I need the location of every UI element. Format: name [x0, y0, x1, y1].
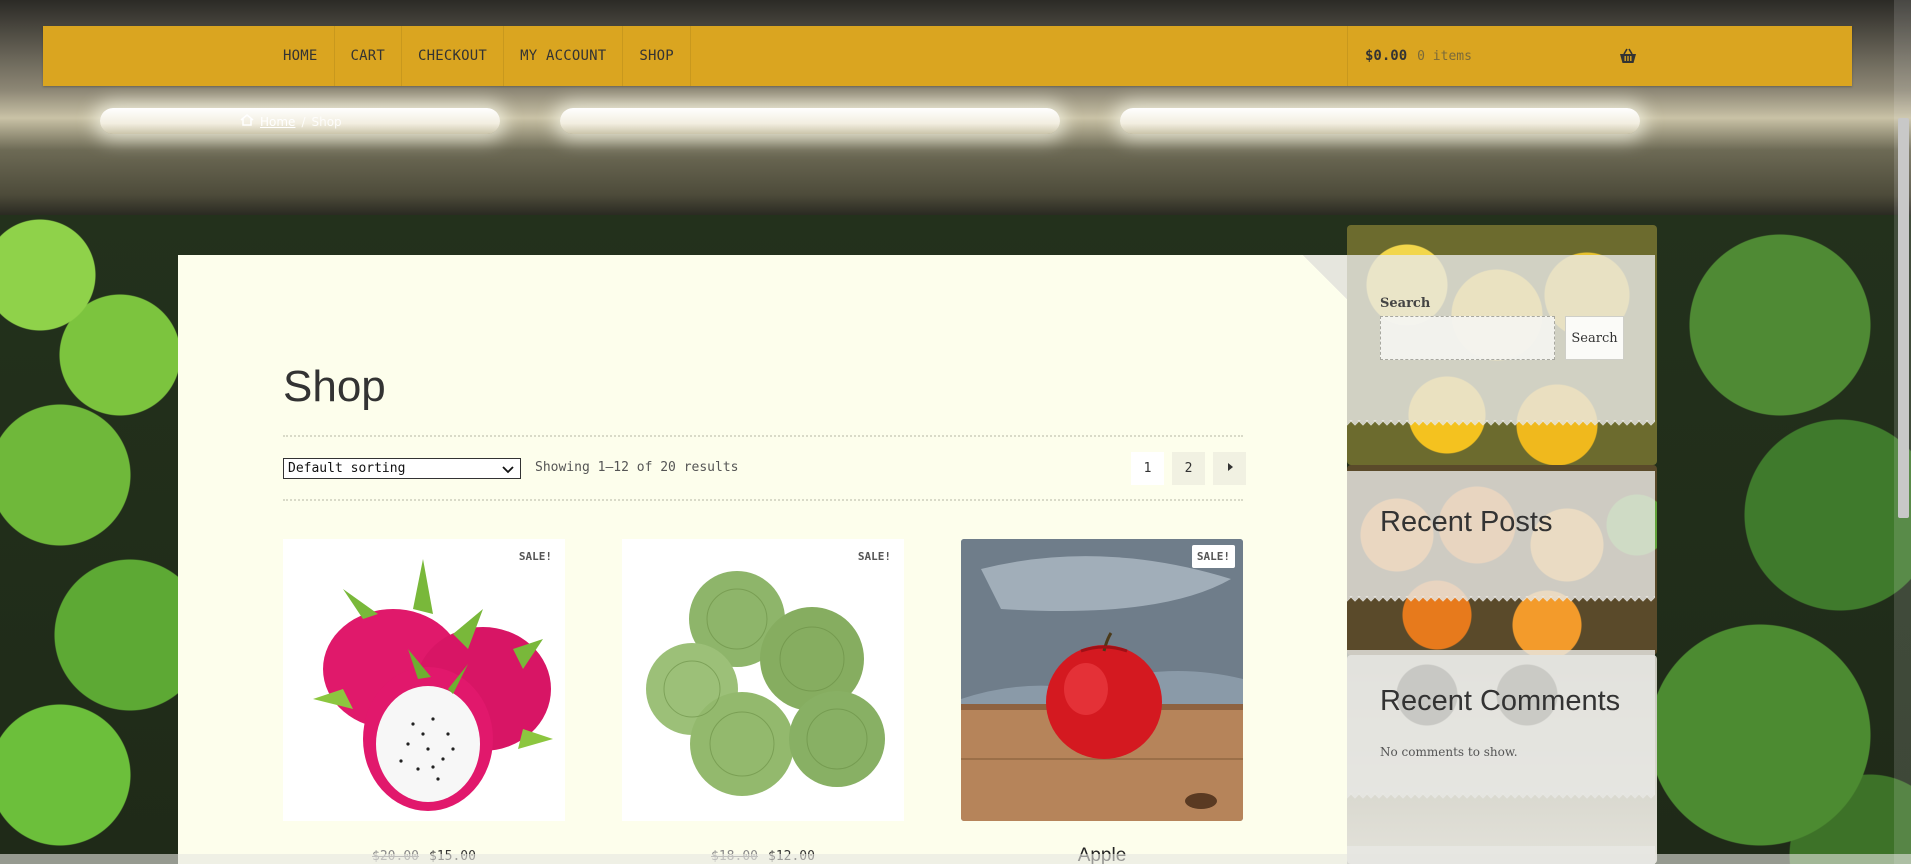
- no-comments-text: No comments to show.: [1380, 745, 1518, 759]
- sale-badge: SALE!: [513, 545, 557, 568]
- next-page-button[interactable]: [1213, 452, 1246, 485]
- ceiling-light: [1120, 108, 1640, 134]
- product-card: SALE!: [961, 539, 1243, 821]
- nav-item-my-account[interactable]: MY ACCOUNT: [504, 26, 624, 86]
- nav-item-shop[interactable]: SHOP: [623, 26, 691, 86]
- product-card: SALE!: [622, 539, 904, 821]
- basket-icon[interactable]: [1619, 48, 1637, 64]
- page-1[interactable]: 1: [1131, 452, 1164, 485]
- recent-posts-title: Recent Posts: [1380, 506, 1553, 538]
- page-2[interactable]: 2: [1172, 452, 1205, 485]
- product-image-apple[interactable]: SALE!: [961, 539, 1243, 821]
- page-title: Shop: [283, 362, 386, 411]
- search-input[interactable]: [1380, 316, 1555, 360]
- page-bottom-edge: [0, 854, 1911, 864]
- primary-navigation: HOME CART CHECKOUT MY ACCOUNT SHOP $0.00…: [43, 26, 1852, 86]
- widget-edge: [1347, 420, 1655, 428]
- divider: [283, 499, 1243, 501]
- sort-select[interactable]: Default sorting: [283, 458, 521, 479]
- scrollbar[interactable]: [1894, 0, 1911, 864]
- ceiling-light: [560, 108, 1060, 134]
- cart-item-count: 0 items: [1417, 48, 1472, 64]
- panel-corner-fold: [1303, 255, 1347, 299]
- recent-posts-widget: Recent Posts: [1347, 471, 1655, 604]
- widget-edge: [1347, 596, 1655, 604]
- nav-item-checkout[interactable]: CHECKOUT: [402, 26, 505, 86]
- search-button[interactable]: Search: [1565, 316, 1624, 360]
- sale-badge: SALE!: [852, 545, 896, 568]
- breadcrumb-current: Shop: [311, 114, 342, 129]
- cart-amount: $0.00: [1365, 48, 1408, 64]
- home-icon: [240, 114, 254, 129]
- breadcrumb-home-link[interactable]: Home: [260, 115, 295, 129]
- caret-right-icon: [1226, 461, 1234, 476]
- product-card: SALE!: [283, 539, 565, 821]
- breadcrumb: Home / Shop: [240, 114, 342, 129]
- product-image-custard-apple[interactable]: SALE!: [622, 539, 904, 821]
- widget-edge: [1347, 793, 1655, 801]
- pagination: 1 2: [1131, 452, 1246, 485]
- nav-menu: HOME CART CHECKOUT MY ACCOUNT SHOP: [267, 26, 691, 86]
- search-widget: Search Search: [1347, 255, 1655, 428]
- recent-comments-widget: Recent Comments No comments to show.: [1347, 650, 1655, 801]
- nav-item-home[interactable]: HOME: [267, 26, 335, 86]
- recent-comments-title: Recent Comments: [1380, 685, 1621, 717]
- product-image-dragon-fruit[interactable]: SALE!: [283, 539, 565, 821]
- chevron-down-icon: [502, 464, 514, 474]
- search-label: Search: [1380, 296, 1431, 311]
- scrollbar-thumb[interactable]: [1898, 118, 1909, 518]
- breadcrumb-separator: /: [301, 114, 306, 129]
- header-cart[interactable]: $0.00 0 items: [1347, 26, 1637, 86]
- nav-item-cart[interactable]: CART: [335, 26, 403, 86]
- divider: [283, 435, 1243, 437]
- result-count: Showing 1–12 of 20 results: [535, 460, 739, 475]
- sale-badge: SALE!: [1191, 545, 1235, 568]
- sort-select-value: Default sorting: [288, 461, 406, 476]
